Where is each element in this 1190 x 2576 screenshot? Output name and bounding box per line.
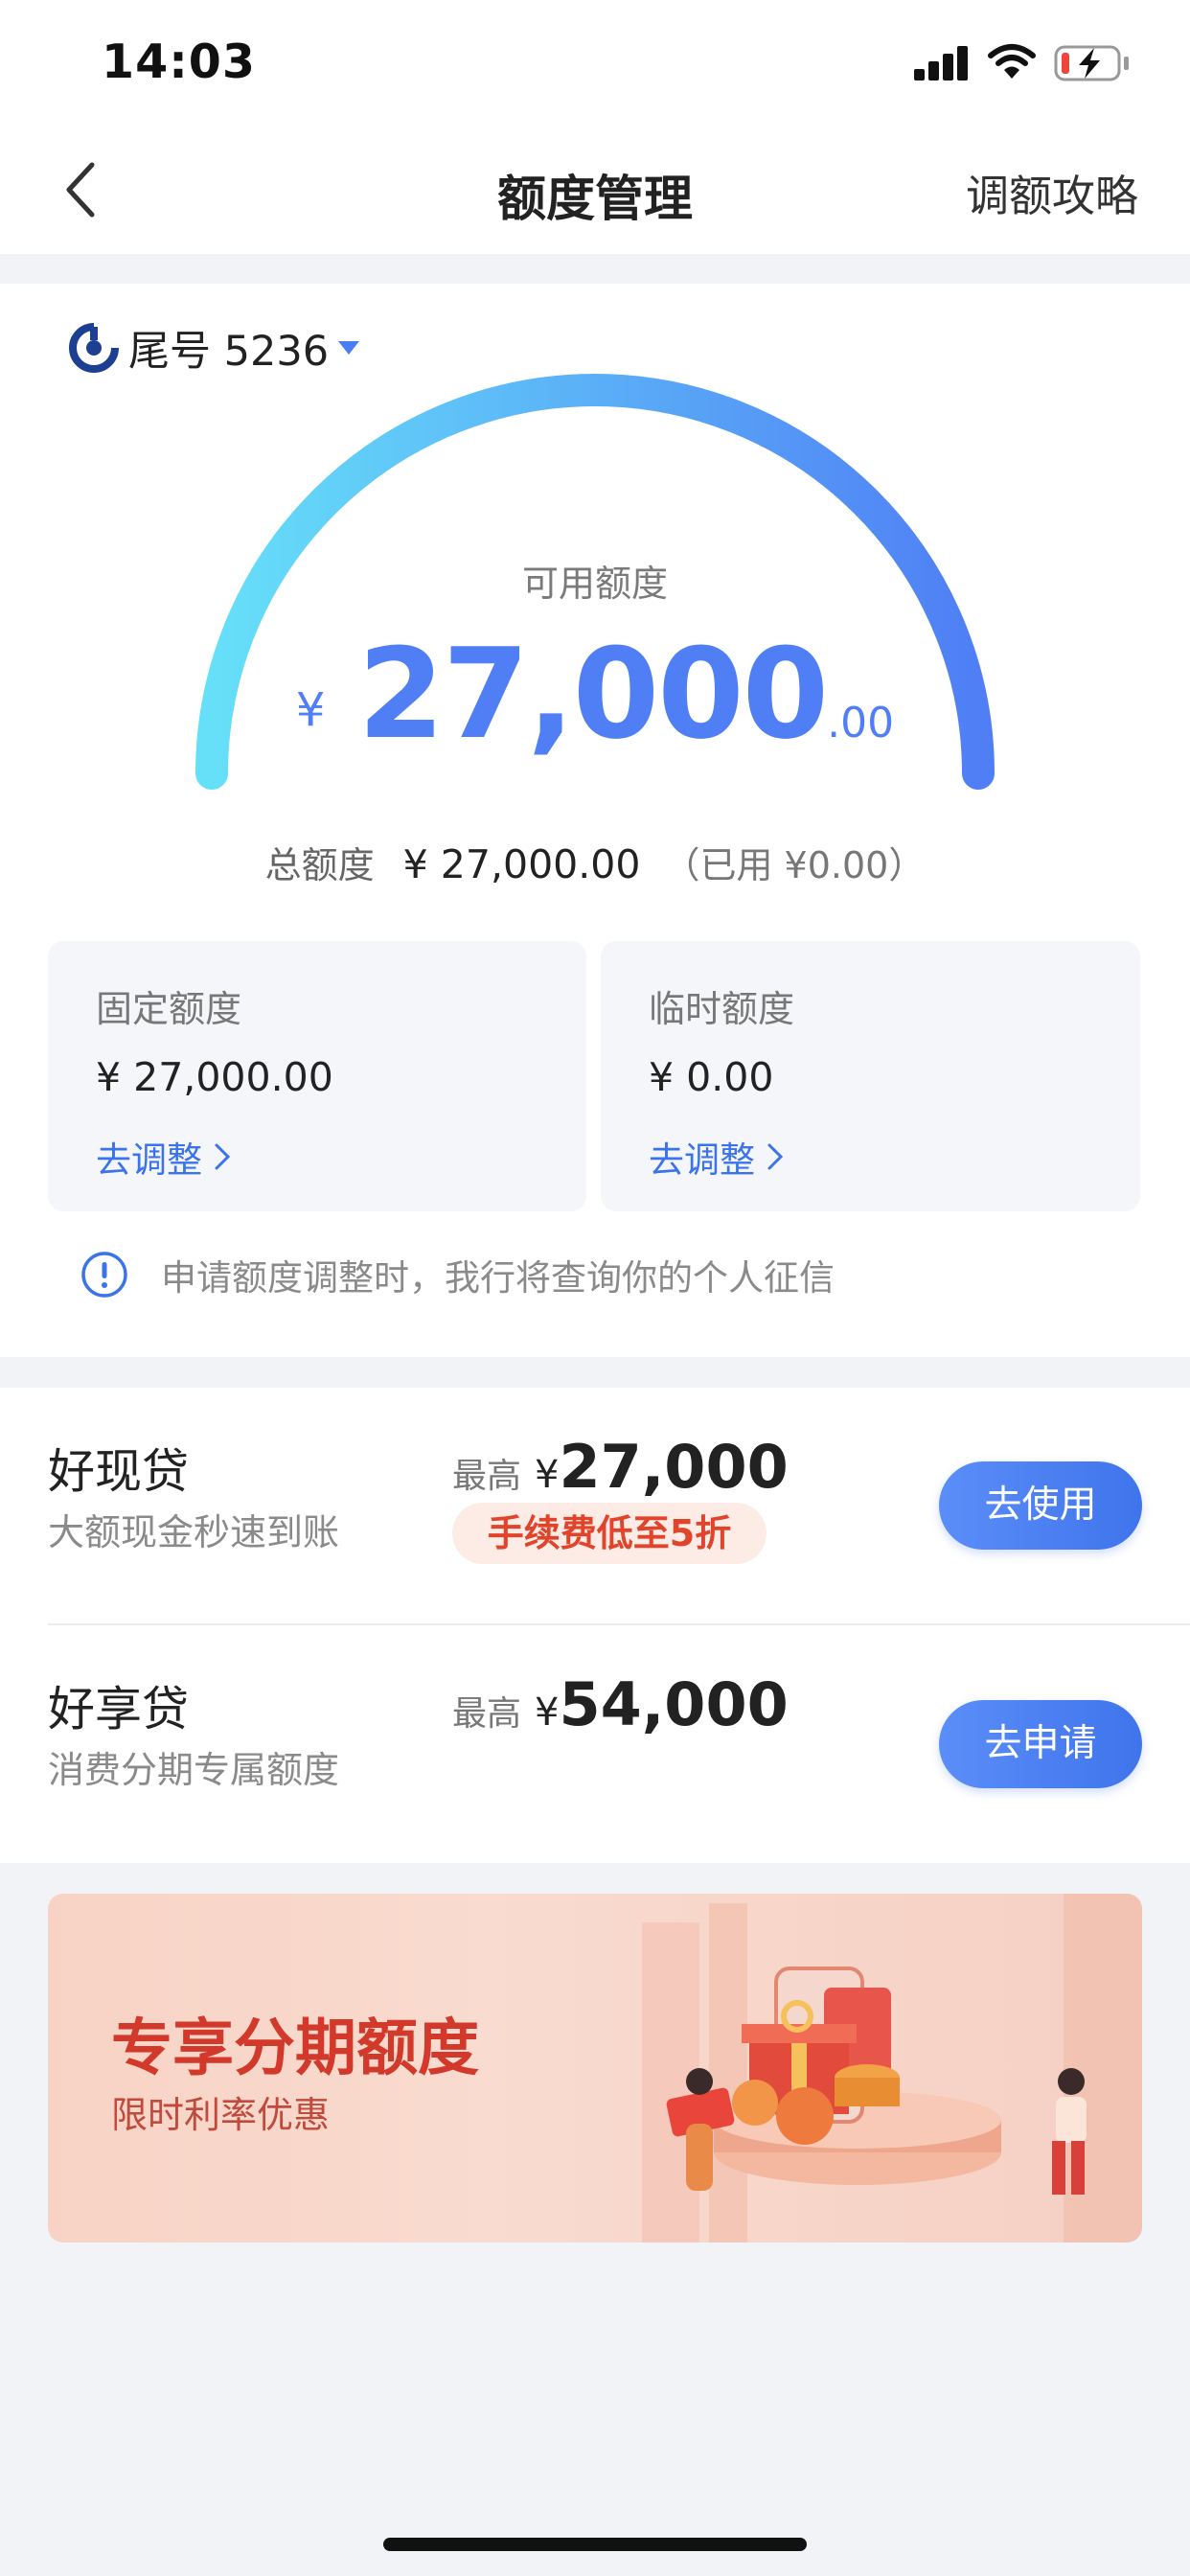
credit-check-notice: 申请额度调整时，我行将查询你的个人征信 [80,1246,835,1303]
available-amount-integer: 27,000 [357,621,829,767]
divider [48,1623,1190,1625]
battery-charging-icon [1054,45,1129,81]
signal-icon [914,44,970,80]
notice-text: 申请额度调整时，我行将查询你的个人征信 [161,1257,835,1299]
adjust-guide-link[interactable]: 调额攻略 [966,161,1138,223]
loan-max-installment: 最高 ¥54,000 [452,1669,789,1739]
adjust-link-label: 去调整 [96,1139,202,1181]
loan-name-cash: 好现贷 [48,1444,190,1499]
fixed-limit-value: ¥ 27,000.00 [96,1054,333,1100]
status-time: 14:03 [102,34,256,89]
temporary-limit-value: ¥ 0.00 [649,1054,774,1100]
temporary-limit-adjust-link[interactable]: 去调整 [649,1131,784,1183]
wifi-icon [988,44,1036,79]
use-cash-loan-button[interactable]: 去使用 [939,1461,1142,1550]
currency-symbol: ¥ [535,1453,560,1497]
max-label: 最高 [452,1457,522,1496]
available-amount-decimal: .00 [827,699,895,748]
chevron-right-icon [215,1143,231,1170]
temporary-limit-title: 临时额度 [649,988,795,1030]
loan-max-cash: 最高 ¥27,000 [452,1432,789,1502]
loan-desc-cash: 大额现金秒速到账 [48,1511,340,1553]
dropdown-caret-icon [338,341,360,355]
currency-symbol: ¥ [535,1690,560,1735]
promo-illustration [642,1894,1142,2242]
bank-logo-icon [69,323,119,373]
promo-banner[interactable]: 专享分期额度 限时利率优惠 [48,1894,1142,2242]
fixed-limit-title: 固定额度 [96,988,242,1030]
info-icon [81,1252,127,1298]
used-amount: （已用 ¥0.00） [663,844,926,886]
fixed-limit-card: 固定额度 ¥ 27,000.00 去调整 [48,941,586,1211]
fixed-limit-adjust-link[interactable]: 去调整 [96,1131,231,1183]
total-limit-label: 总额度 [264,844,375,886]
loan-name-installment: 好享贷 [48,1682,190,1736]
max-label: 最高 [452,1694,522,1734]
adjust-link-label: 去调整 [649,1139,755,1181]
temporary-limit-card: 临时额度 ¥ 0.00 去调整 [601,941,1140,1211]
fee-discount-badge: 手续费低至5折 [452,1503,767,1564]
max-amount: 27,000 [559,1432,789,1502]
loan-desc-installment: 消费分期专属额度 [48,1749,340,1791]
available-limit-label: 可用额度 [521,563,668,605]
apply-installment-loan-button[interactable]: 去申请 [939,1700,1142,1788]
max-amount: 54,000 [559,1669,789,1739]
total-limit-value: ¥ 27,000.00 [402,841,641,887]
currency-symbol: ¥ [295,683,326,737]
available-limit-amount: ¥27,000.00 [0,621,1190,767]
chevron-right-icon [767,1143,784,1170]
total-limit-line: 总额度 ¥ 27,000.00 （已用 ¥0.00） [0,836,1190,888]
promo-subtitle: 限时利率优惠 [111,2094,331,2136]
promo-title: 专享分期额度 [111,2013,479,2084]
home-indicator [383,2538,807,2551]
